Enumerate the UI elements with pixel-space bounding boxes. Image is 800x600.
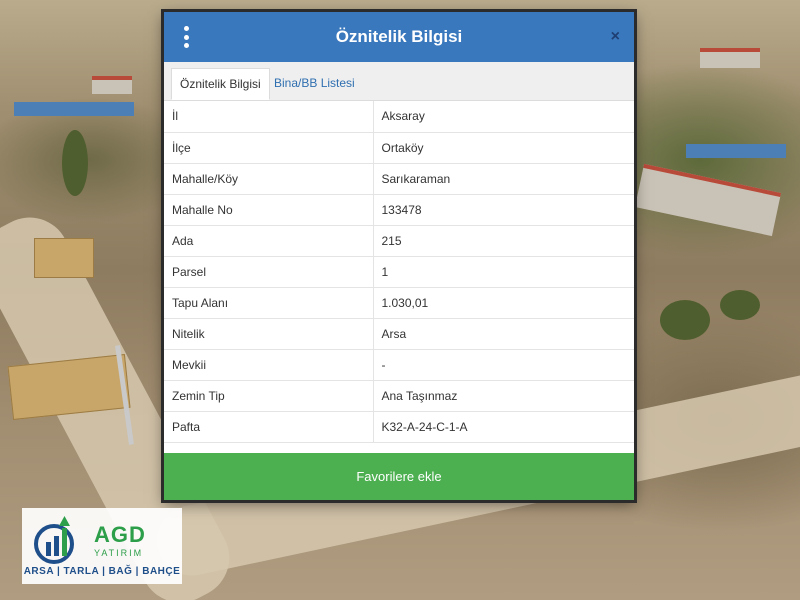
tab-building-list[interactable]: Bina/BB Listesi — [266, 68, 363, 100]
attribute-key: Pafta — [164, 411, 374, 443]
attribute-key: Mahalle/Köy — [164, 163, 374, 195]
attribute-key: Mahalle No — [164, 194, 374, 226]
hay-bales — [34, 238, 94, 278]
table-row: Pafta K32-A-24-C-1-A — [164, 411, 634, 443]
tab-bar: Öznitelik Bilgisi Bina/BB Listesi — [164, 62, 634, 101]
attribute-key: Parsel — [164, 256, 374, 288]
attribute-key: İlçe — [164, 132, 374, 164]
table-row: Tapu Alanı 1.030,01 — [164, 287, 634, 319]
table-row: Zemin Tip Ana Taşınmaz — [164, 380, 634, 412]
attribute-value: Aksaray — [373, 101, 634, 133]
attribute-key: Tapu Alanı — [164, 287, 374, 319]
attribute-value: 1.030,01 — [373, 287, 634, 319]
attribute-value: 1 — [373, 256, 634, 288]
dialog-header: Öznitelik Bilgisi × — [164, 12, 634, 62]
attribute-table: İl Aksaray İlçe Ortaköy Mahalle/Köy Sarıkaram… — [164, 101, 634, 443]
logo-tagline: ARSA | TARLA | BAĞ | BAHÇE — [23, 566, 181, 577]
tree — [62, 130, 88, 196]
agd-logo: AGD YATIRIM ARSA | TARLA | BAĞ | BAHÇE — [22, 508, 182, 584]
attribute-key: İl — [164, 101, 374, 133]
table-row: Mahalle No 133478 — [164, 194, 634, 226]
building-roof — [14, 102, 134, 116]
table-row: İl Aksaray — [164, 101, 634, 133]
table-row: Nitelik Arsa — [164, 318, 634, 350]
attribute-key: Mevkii — [164, 349, 374, 381]
attribute-value: - — [373, 349, 634, 381]
logo-subtitle: YATIRIM — [94, 548, 144, 558]
growth-chart-logo-icon — [34, 516, 74, 564]
attribute-value: Ortaköy — [373, 132, 634, 164]
shed-roof — [686, 144, 786, 158]
close-icon[interactable]: × — [611, 27, 620, 47]
attribute-value: K32-A-24-C-1-A — [373, 411, 634, 443]
attribute-value: Sarıkaraman — [373, 163, 634, 195]
house — [92, 76, 132, 94]
tab-attribute-info[interactable]: Öznitelik Bilgisi — [171, 68, 270, 100]
house — [700, 48, 760, 68]
attribute-key: Zemin Tip — [164, 380, 374, 412]
table-row: İlçe Ortaköy — [164, 132, 634, 164]
attribute-info-dialog: Öznitelik Bilgisi × Öznitelik Bilgisi Bi… — [164, 12, 634, 500]
attribute-value: 133478 — [373, 194, 634, 226]
table-row: Mevkii - — [164, 349, 634, 381]
add-to-favorites-button[interactable]: Favorilere ekle — [164, 453, 634, 500]
dialog-title: Öznitelik Bilgisi — [335, 27, 463, 46]
tree — [660, 300, 710, 340]
attribute-value: Arsa — [373, 318, 634, 350]
attribute-key: Ada — [164, 225, 374, 257]
tree — [720, 290, 760, 320]
table-row: Parsel 1 — [164, 256, 634, 288]
table-row: Mahalle/Köy Sarıkaraman — [164, 163, 634, 195]
logo-brand: AGD — [94, 522, 146, 547]
table-row: Ada 215 — [164, 225, 634, 257]
attribute-value: 215 — [373, 225, 634, 257]
attribute-key: Nitelik — [164, 318, 374, 350]
attribute-value: Ana Taşınmaz — [373, 380, 634, 412]
barn — [634, 163, 782, 237]
